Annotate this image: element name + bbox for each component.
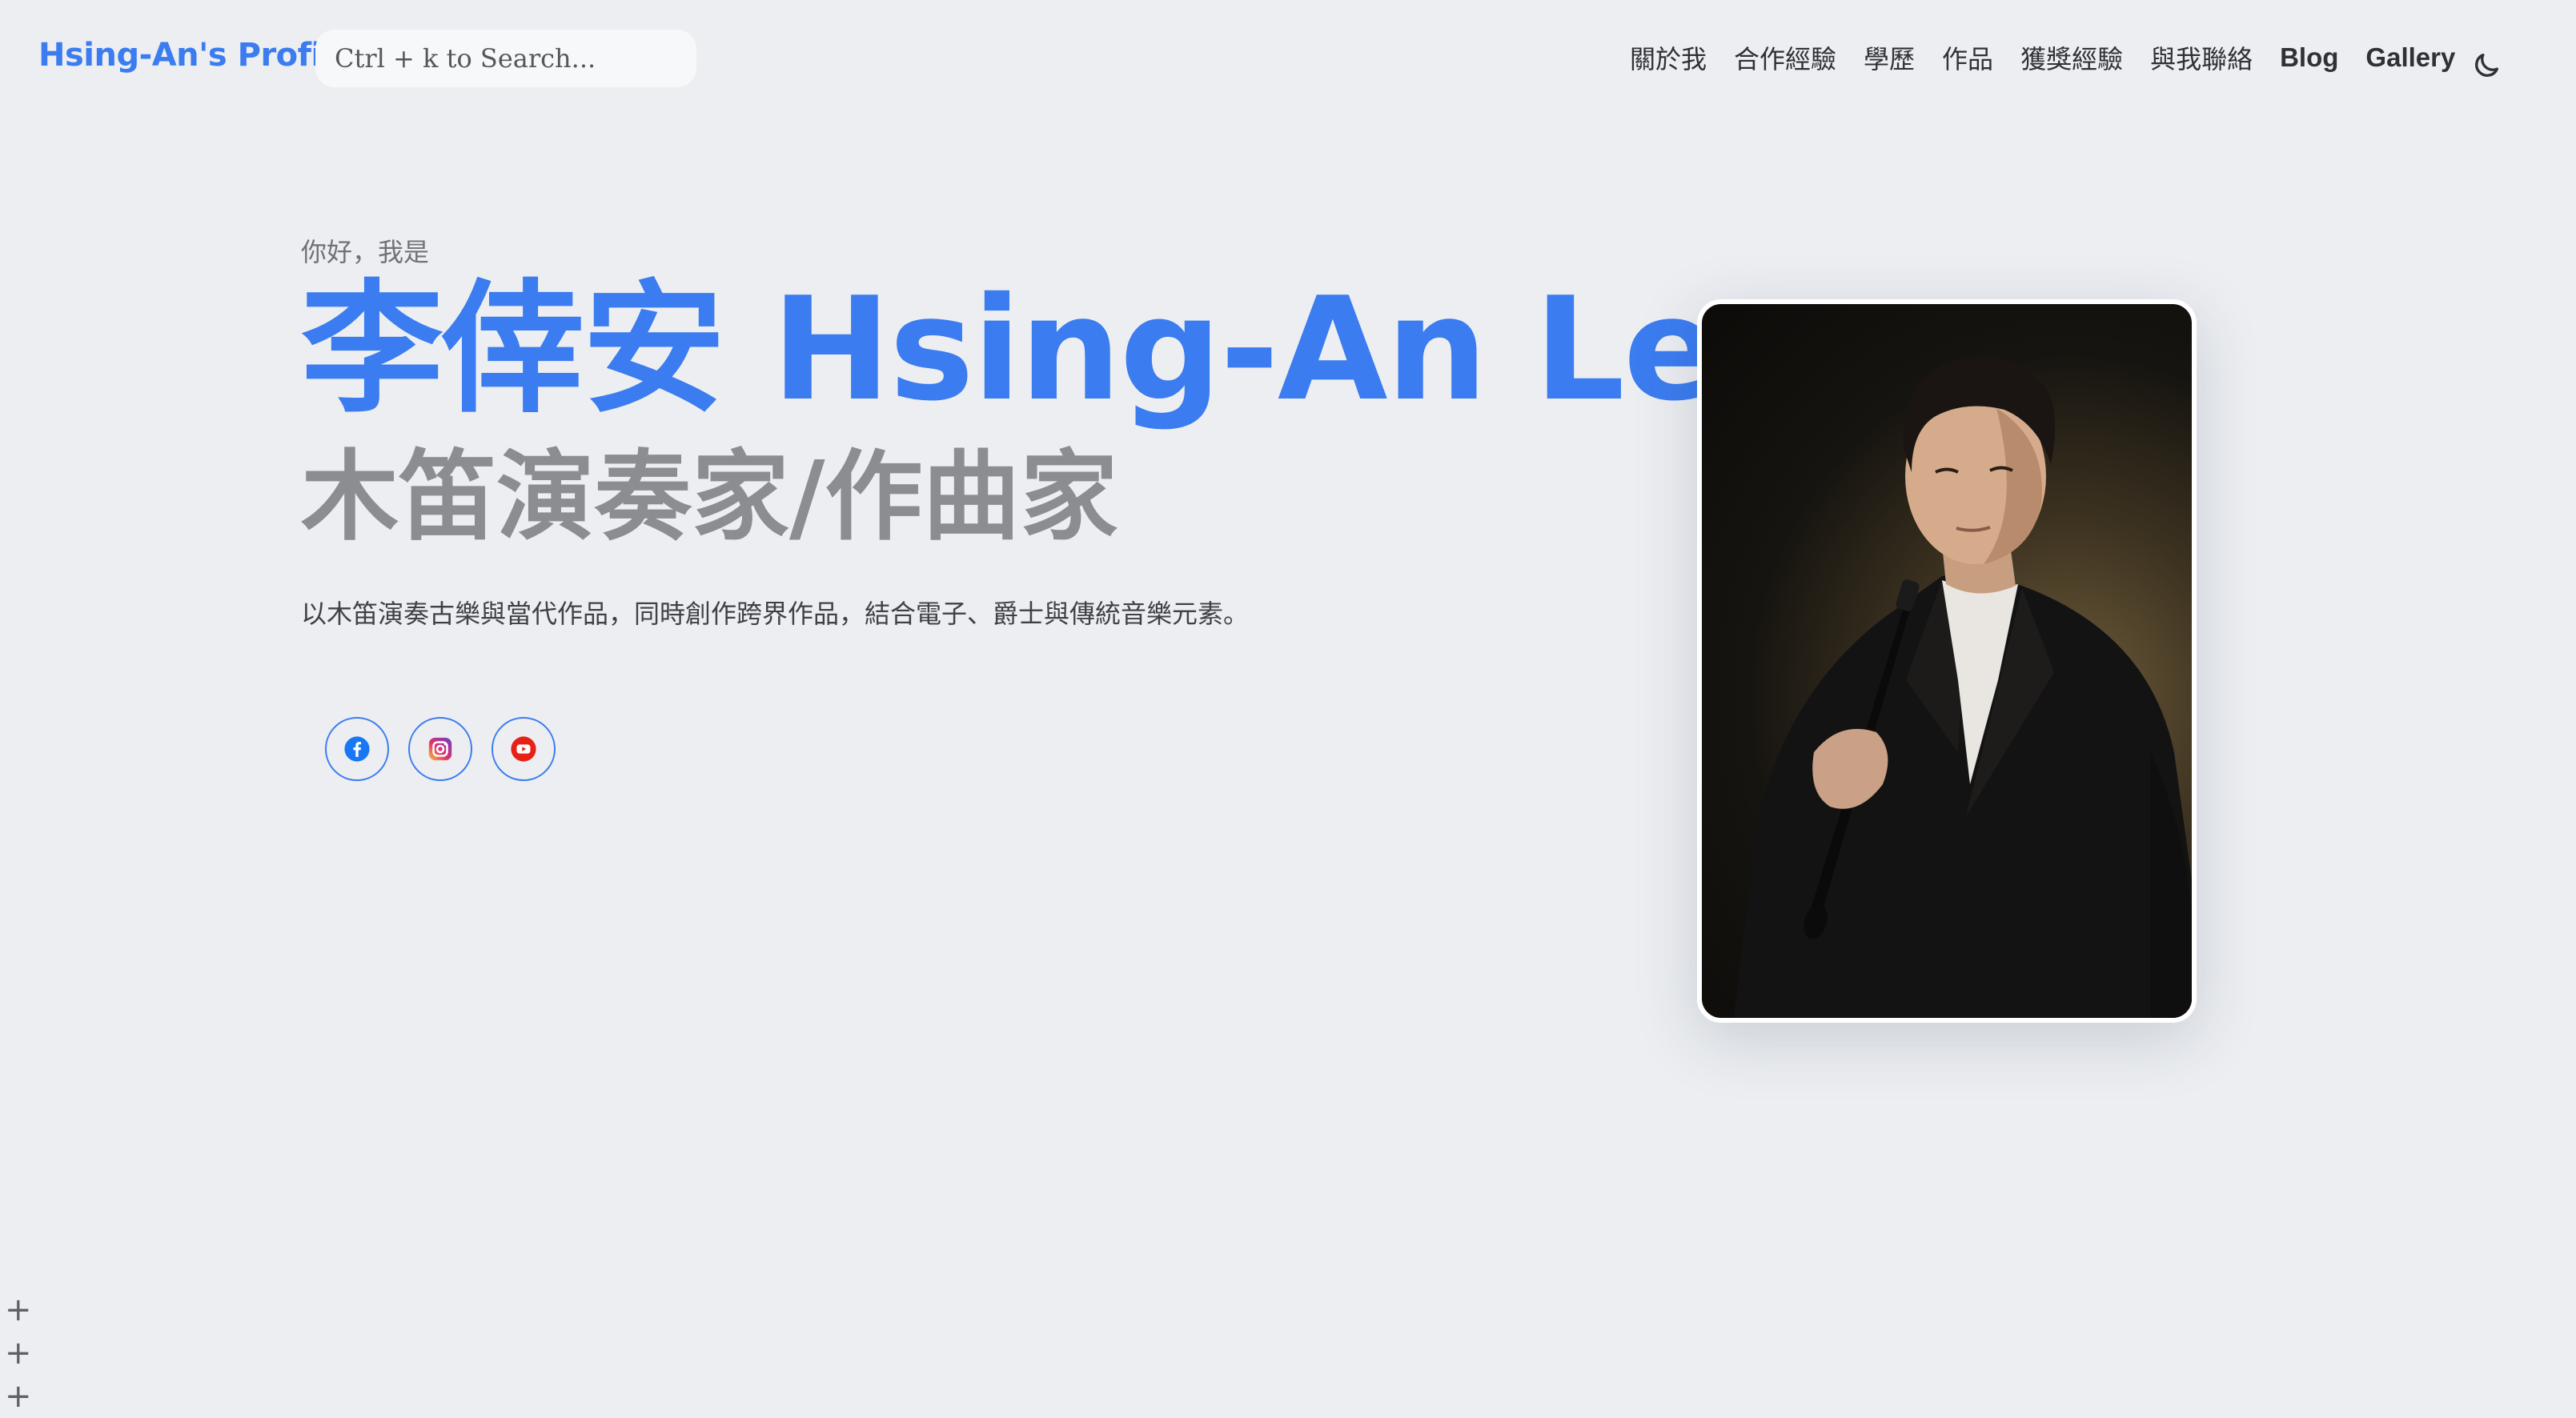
youtube-link[interactable] [492,717,556,781]
facebook-link[interactable] [325,717,389,781]
hero-role: 木笛演奏家/作曲家 [301,440,1118,554]
main-nav: 關於我 合作經驗 學歷 作品 獲獎經驗 與我聯絡 Blog Gallery [1630,35,2482,80]
nav-link-contact[interactable]: 與我聯絡 [2150,39,2253,76]
nav-link-gallery[interactable]: Gallery [2365,42,2455,73]
search-input[interactable] [315,30,696,87]
facebook-icon [344,736,370,762]
portrait-illustration [1734,356,2192,1018]
social-links [325,717,575,781]
theme-toggle-button[interactable] [2470,50,2502,82]
site-logo-link[interactable]: Hsing-An's Profile [38,37,354,74]
hero-name: 李倖安 Hsing-An Lee [301,266,1815,432]
profile-photo [1697,299,2197,1023]
site-header: Hsing-An's Profile 關於我 合作經驗 學歷 作品 獲獎經驗 與… [0,0,2576,120]
nav-link-awards[interactable]: 獲獎經驗 [2020,39,2123,76]
plus-icon[interactable]: + [5,1288,32,1332]
nav-link-collaborations[interactable]: 合作經驗 [1734,39,1836,76]
nav-link-education[interactable]: 學歷 [1864,39,1915,76]
hero-description: 以木笛演奏古樂與當代作品，同時創作跨界作品，結合電子、爵士與傳統音樂元素。 [301,599,1250,629]
instagram-link[interactable] [408,717,472,781]
instagram-icon [428,737,452,761]
youtube-icon [511,736,536,762]
nav-link-blog[interactable]: Blog [2280,42,2338,73]
moon-icon [2475,54,2498,77]
nav-link-works[interactable]: 作品 [1942,39,1993,76]
plus-icon[interactable]: + [5,1332,32,1375]
hero-greeting: 你好，我是 [301,237,430,267]
plus-icon[interactable]: + [5,1375,32,1418]
plus-marks: + + + [5,1288,32,1418]
nav-link-about[interactable]: 關於我 [1630,39,1707,76]
